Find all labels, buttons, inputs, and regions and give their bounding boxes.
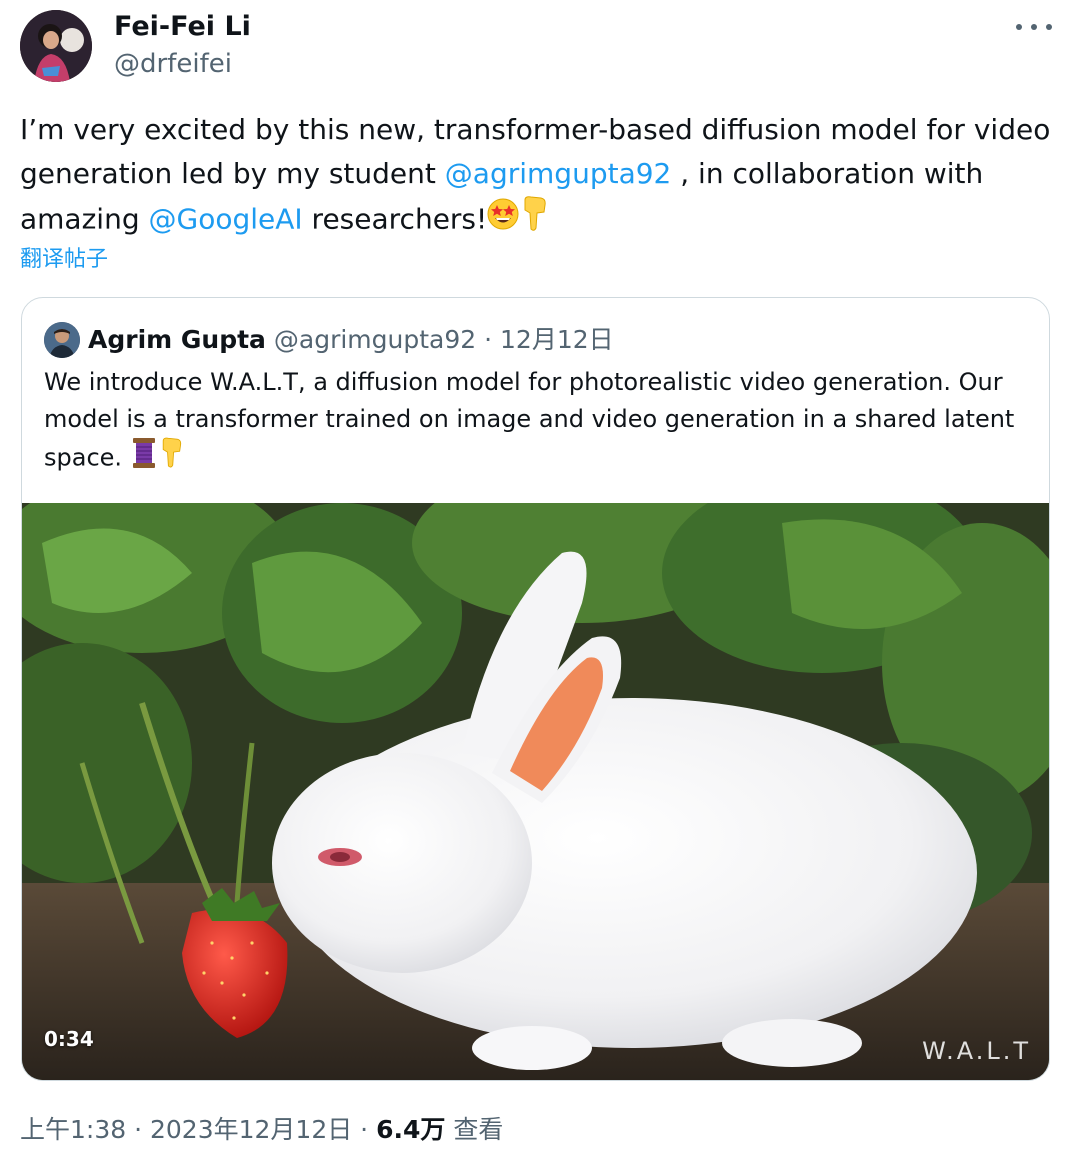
footer-separator: · (126, 1115, 150, 1144)
tweet-footer: 上午1:38 · 2023年12月12日 · 6.4万 查看 (20, 1112, 503, 1148)
quoted-tweet-header: Agrim Gupta @agrimgupta92 · 12月12日 (88, 320, 614, 360)
tweet-text: I’m very excited by this new, transforme… (20, 108, 1060, 245)
quoted-author-avatar[interactable] (44, 322, 80, 358)
more-options-icon[interactable] (1016, 14, 1052, 40)
star-struck-emoji-icon (487, 198, 519, 243)
quoted-author-name[interactable]: Agrim Gupta (88, 325, 266, 354)
video-thumbnail (22, 503, 1049, 1080)
translate-post-link[interactable]: 翻译帖子 (20, 245, 108, 275)
quoted-tweet-card[interactable]: Agrim Gupta @agrimgupta92 · 12月12日 We in… (21, 297, 1050, 1081)
pointing-down-emoji-icon (158, 437, 184, 480)
pointing-down-emoji-icon (519, 196, 549, 245)
author-handle[interactable]: @drfeifei (114, 48, 232, 80)
mention-link-googleai[interactable]: @GoogleAI (149, 203, 303, 236)
quoted-author-handle[interactable]: @agrimgupta92 (274, 325, 476, 354)
author-name[interactable]: Fei-Fei Li (114, 10, 251, 44)
views-label: 查看 (445, 1115, 504, 1144)
post-time[interactable]: 上午1:38 (20, 1115, 126, 1144)
quoted-tweet-text: We introduce W.A.L.T, a diffusion model … (44, 364, 1034, 480)
video-watermark: W.A.L.T (922, 1037, 1031, 1065)
quoted-tweet-body: We introduce W.A.L.T, a diffusion model … (44, 368, 1015, 472)
footer-separator: · (352, 1115, 377, 1144)
video-duration: 0:34 (44, 1027, 94, 1051)
video-player[interactable]: 0:34 W.A.L.T (22, 503, 1049, 1080)
thread-spool-emoji-icon (130, 437, 158, 480)
views-count[interactable]: 6.4万 (376, 1115, 445, 1144)
author-avatar[interactable] (20, 10, 92, 82)
quoted-tweet-date[interactable]: 12月12日 (500, 325, 614, 354)
tweet-text-part: researchers! (302, 202, 488, 236)
post-date[interactable]: 2023年12月12日 (150, 1115, 352, 1144)
meta-separator: · (476, 325, 501, 354)
mention-link-agrimgupta92[interactable]: @agrimgupta92 (445, 157, 672, 190)
